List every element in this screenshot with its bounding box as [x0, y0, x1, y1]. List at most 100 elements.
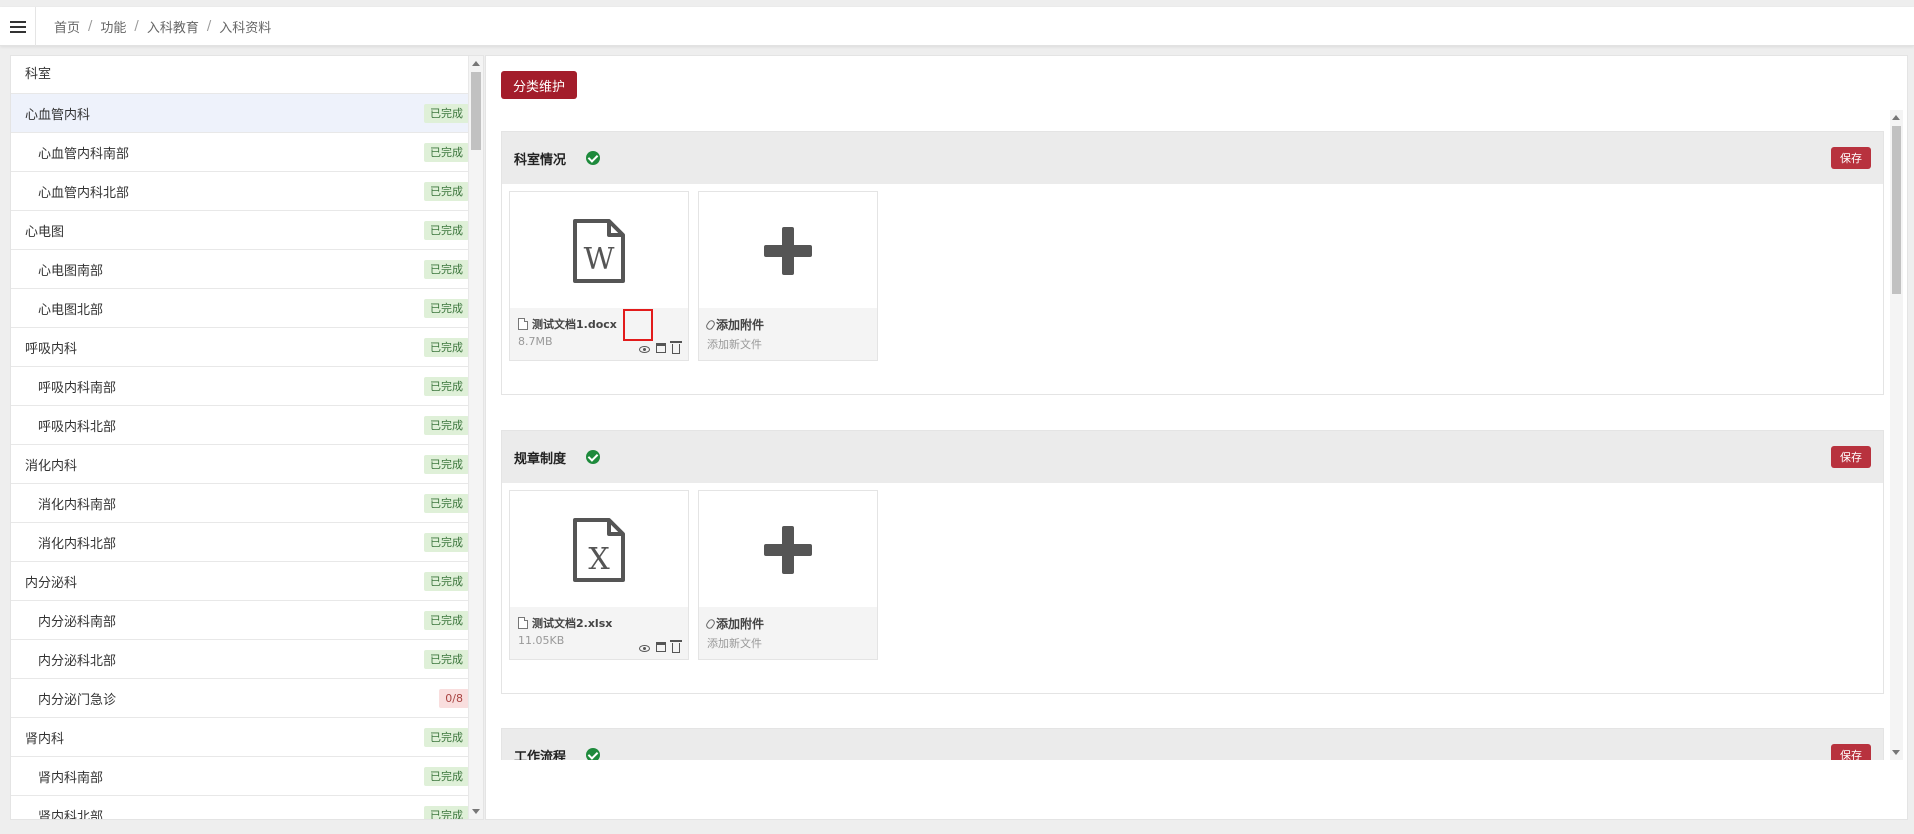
check-circle-icon — [586, 151, 601, 165]
add-attachment-area[interactable] — [699, 192, 877, 310]
hamburger-icon — [9, 20, 26, 33]
department-list-header: 科室 — [11, 56, 483, 94]
status-badge: 已完成 — [424, 221, 469, 240]
department-name: 内分泌科南部 — [38, 614, 117, 630]
department-row[interactable]: 心血管内科北部 已完成 — [11, 172, 483, 211]
word-file-icon: W — [573, 219, 625, 283]
status-badge: 已完成 — [424, 806, 469, 819]
sections-container: 科室情况 保存 W 测试文档1.docx 8.7MB 添加附件 添加新文件 规章… — [501, 131, 1884, 760]
file-card: W 测试文档1.docx 8.7MB — [509, 191, 689, 361]
add-attachment-card[interactable]: 添加附件 添加新文件 — [698, 191, 878, 361]
department-row[interactable]: 心血管内科南部 已完成 — [11, 133, 483, 172]
status-badge: 已完成 — [424, 260, 469, 279]
excel-file-icon: X — [573, 518, 625, 582]
category-maintenance-button[interactable]: 分类维护 — [501, 71, 578, 99]
status-badge: 已完成 — [424, 572, 469, 591]
department-row[interactable]: 呼吸内科南部 已完成 — [11, 367, 483, 406]
department-row[interactable]: 肾内科北部 已完成 — [11, 796, 483, 819]
add-attachment-card[interactable]: 添加附件 添加新文件 — [698, 490, 878, 660]
status-badge: 0/8 — [439, 689, 469, 708]
add-attachment-sublabel: 添加新文件 — [707, 637, 762, 650]
section-workflow: 工作流程 保存 — [501, 728, 1884, 760]
scroll-up-arrow-icon[interactable] — [1892, 115, 1900, 120]
trash-icon[interactable] — [670, 341, 682, 354]
status-badge: 已完成 — [424, 182, 469, 201]
paperclip-icon — [704, 318, 717, 331]
status-badge: 已完成 — [424, 338, 469, 357]
section-department-overview: 科室情况 保存 W 测试文档1.docx 8.7MB 添加附件 添加新文件 — [501, 131, 1884, 395]
status-badge: 已完成 — [424, 455, 469, 474]
trash-icon[interactable] — [670, 640, 682, 653]
add-attachment-area[interactable] — [699, 491, 877, 609]
scroll-down-arrow-icon[interactable] — [1892, 750, 1900, 755]
status-badge: 已完成 — [424, 416, 469, 435]
calendar-icon[interactable] — [656, 642, 666, 652]
department-row[interactable]: 内分泌科 已完成 — [11, 562, 483, 601]
svg-text:X: X — [588, 542, 610, 577]
department-name: 消化内科北部 — [38, 536, 117, 552]
department-list-scrollbar[interactable] — [468, 56, 483, 819]
status-badge: 已完成 — [424, 299, 469, 318]
section-title: 规章制度 — [514, 451, 567, 467]
department-name: 呼吸内科 — [25, 341, 78, 357]
department-row[interactable]: 呼吸内科 已完成 — [11, 328, 483, 367]
department-row[interactable]: 心电图南部 已完成 — [11, 250, 483, 289]
department-name: 心血管内科南部 — [38, 146, 130, 162]
file-preview[interactable]: X — [510, 491, 688, 609]
department-list-panel: 科室 心血管内科 已完成 心血管内科南部 已完成 心血管内科北部 已完成 心电图 已完成 心电图… — [10, 55, 484, 820]
department-name: 消化内科南部 — [38, 497, 117, 513]
check-circle-icon — [586, 450, 601, 464]
department-name: 肾内科 — [25, 731, 65, 747]
department-row[interactable]: 肾内科南部 已完成 — [11, 757, 483, 796]
department-row[interactable]: 消化内科 已完成 — [11, 445, 483, 484]
file-card: X 测试文档2.xlsx 11.05KB — [509, 490, 689, 660]
department-name: 内分泌科 — [25, 575, 78, 591]
status-badge: 已完成 — [424, 728, 469, 747]
department-row[interactable]: 内分泌科南部 已完成 — [11, 601, 483, 640]
section-body: X 测试文档2.xlsx 11.05KB 添加附件 添加新文件 — [502, 483, 1883, 693]
scroll-down-arrow-icon[interactable] — [472, 809, 480, 814]
check-circle-icon — [586, 748, 601, 760]
scrollbar-thumb[interactable] — [1892, 126, 1901, 294]
calendar-icon[interactable] — [656, 343, 666, 353]
add-attachment-info: 添加附件 添加新文件 — [699, 308, 877, 360]
department-row[interactable]: 内分泌门急诊 0/8 — [11, 679, 483, 718]
menu-toggle-button[interactable] — [0, 7, 36, 46]
department-row[interactable]: 消化内科南部 已完成 — [11, 484, 483, 523]
add-attachment-info: 添加附件 添加新文件 — [699, 607, 877, 659]
save-button[interactable]: 保存 — [1831, 744, 1871, 760]
eye-icon[interactable] — [639, 345, 650, 353]
section-title: 工作流程 — [514, 749, 567, 761]
plus-icon — [764, 227, 812, 275]
scrollbar-thumb[interactable] — [471, 72, 481, 150]
department-row[interactable]: 肾内科 已完成 — [11, 718, 483, 757]
department-name: 心血管内科 — [25, 107, 91, 123]
materials-scrollbar[interactable] — [1890, 110, 1903, 760]
status-badge: 已完成 — [424, 377, 469, 396]
breadcrumb-features[interactable]: 功能 — [100, 17, 126, 36]
eye-icon[interactable] — [639, 644, 650, 652]
department-row[interactable]: 呼吸内科北部 已完成 — [11, 406, 483, 445]
status-badge: 已完成 — [424, 767, 469, 786]
department-name: 内分泌科北部 — [38, 653, 117, 669]
save-button[interactable]: 保存 — [1831, 147, 1871, 169]
file-info: 测试文档2.xlsx 11.05KB — [510, 607, 688, 659]
department-row[interactable]: 消化内科北部 已完成 — [11, 523, 483, 562]
department-name: 心电图 — [25, 224, 65, 240]
section-header: 工作流程 保存 — [502, 729, 1883, 760]
add-attachment-sublabel: 添加新文件 — [707, 338, 762, 351]
department-row[interactable]: 心电图北部 已完成 — [11, 289, 483, 328]
department-row[interactable]: 心电图 已完成 — [11, 211, 483, 250]
department-name: 呼吸内科北部 — [38, 419, 117, 435]
file-info: 测试文档1.docx 8.7MB — [510, 308, 688, 360]
save-button[interactable]: 保存 — [1831, 446, 1871, 468]
department-row[interactable]: 内分泌科北部 已完成 — [11, 640, 483, 679]
scroll-up-arrow-icon[interactable] — [472, 61, 480, 66]
department-row[interactable]: 心血管内科 已完成 — [11, 94, 483, 133]
breadcrumb-home[interactable]: 首页 — [54, 17, 80, 36]
top-bar: 首页 / 功能 / 入科教育 / 入科资料 — [0, 7, 1914, 46]
file-preview[interactable]: W — [510, 192, 688, 310]
file-icon — [518, 617, 528, 629]
file-actions — [639, 341, 682, 354]
breadcrumb-onboarding-education[interactable]: 入科教育 — [147, 17, 199, 36]
